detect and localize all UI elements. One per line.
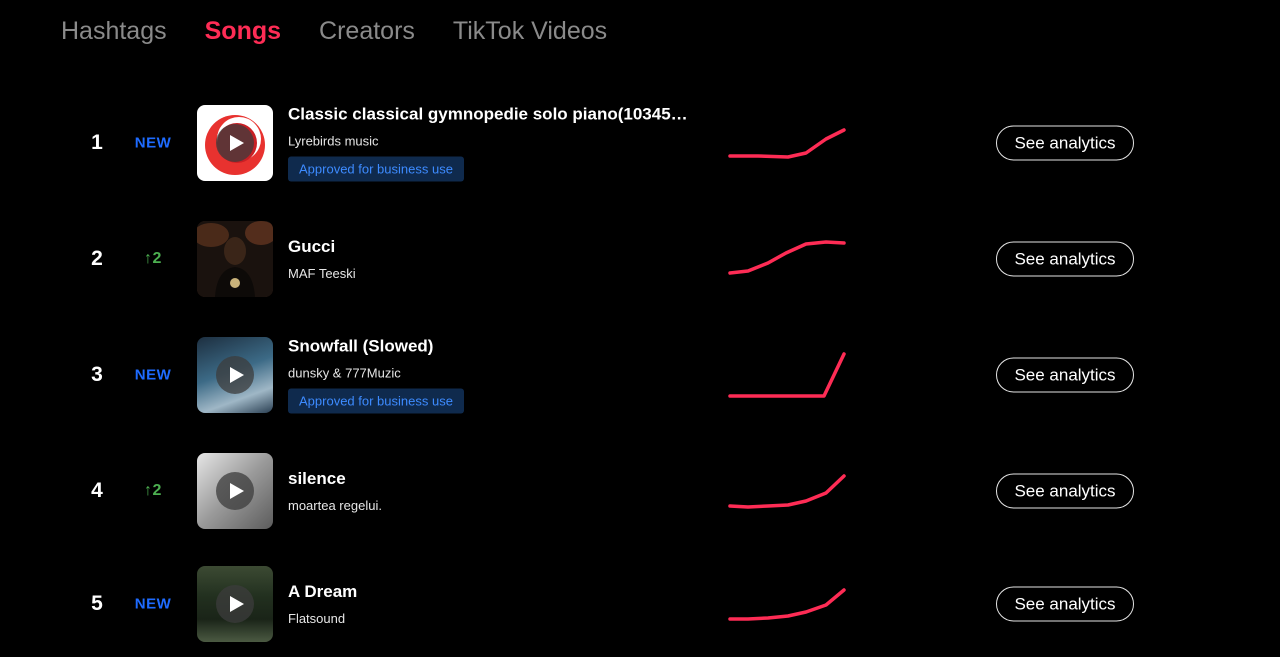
rank-change-badge: ↑2 <box>144 250 162 267</box>
tab-creators[interactable]: Creators <box>319 14 415 48</box>
see-analytics-button[interactable]: See analytics <box>996 125 1134 161</box>
trend-sparkline <box>728 474 846 509</box>
song-artist: dunsky & 777Muzic <box>288 365 401 381</box>
song-row: 5 NEW A Dream Flatsound See analytics <box>0 554 1280 654</box>
song-title[interactable]: Snowfall (Slowed) <box>288 337 464 357</box>
song-row: 2 ↑2 Gucci MAF Teeski See analytics <box>0 209 1280 309</box>
play-icon[interactable] <box>216 585 254 623</box>
tab-tiktok-videos[interactable]: TikTok Videos <box>453 14 607 48</box>
see-analytics-button[interactable]: See analytics <box>996 241 1134 277</box>
rank-change-badge: NEW <box>134 595 172 613</box>
rank-change-badge: NEW <box>134 134 172 152</box>
rank-number: 2 <box>91 247 103 270</box>
song-title[interactable]: A Dream <box>288 582 357 602</box>
song-cover[interactable] <box>197 337 273 413</box>
song-cover[interactable] <box>197 566 273 642</box>
song-row: 4 ↑2 silence moartea regelui. See analyt… <box>0 441 1280 541</box>
song-cover[interactable] <box>197 221 273 297</box>
song-cover[interactable] <box>197 105 273 181</box>
trend-sparkline <box>728 240 846 275</box>
business-approved-badge: Approved for business use <box>288 156 464 182</box>
business-approved-badge: Approved for business use <box>288 388 464 414</box>
song-artist: moartea regelui. <box>288 498 382 513</box>
trend-sparkline <box>728 128 846 159</box>
trend-sparkline <box>728 352 846 398</box>
rank-number: 4 <box>91 479 103 502</box>
category-tabs: Hashtags Songs Creators TikTok Videos <box>61 14 645 48</box>
song-cover[interactable] <box>197 453 273 529</box>
rank-number: 5 <box>91 592 103 615</box>
rank-change-badge: NEW <box>134 366 172 384</box>
song-row: 1 NEW Classic classical gymnopedie solo … <box>0 93 1280 193</box>
tab-hashtags[interactable]: Hashtags <box>61 14 167 48</box>
song-artist: Lyrebirds music <box>288 133 379 149</box>
tab-songs[interactable]: Songs <box>205 14 281 48</box>
trend-sparkline <box>728 588 846 621</box>
rank-number: 1 <box>91 131 103 154</box>
song-title[interactable]: silence <box>288 469 382 489</box>
play-icon[interactable] <box>216 356 254 394</box>
see-analytics-button[interactable]: See analytics <box>996 586 1134 622</box>
song-title[interactable]: Gucci <box>288 237 356 257</box>
see-analytics-button[interactable]: See analytics <box>996 473 1134 509</box>
play-icon[interactable] <box>216 472 254 510</box>
song-artist: Flatsound <box>288 611 346 626</box>
song-title[interactable]: Classic classical gymnopedie solo piano(… <box>288 105 688 125</box>
rank-change-badge: ↑2 <box>144 482 162 499</box>
song-artist: MAF Teeski <box>288 266 356 281</box>
artist-portrait-icon <box>197 221 273 297</box>
play-icon[interactable] <box>216 124 254 162</box>
see-analytics-button[interactable]: See analytics <box>996 357 1134 393</box>
song-row: 3 NEW Snowfall (Slowed) dunsky & 777Muzi… <box>0 325 1280 425</box>
rank-number: 3 <box>91 363 103 386</box>
